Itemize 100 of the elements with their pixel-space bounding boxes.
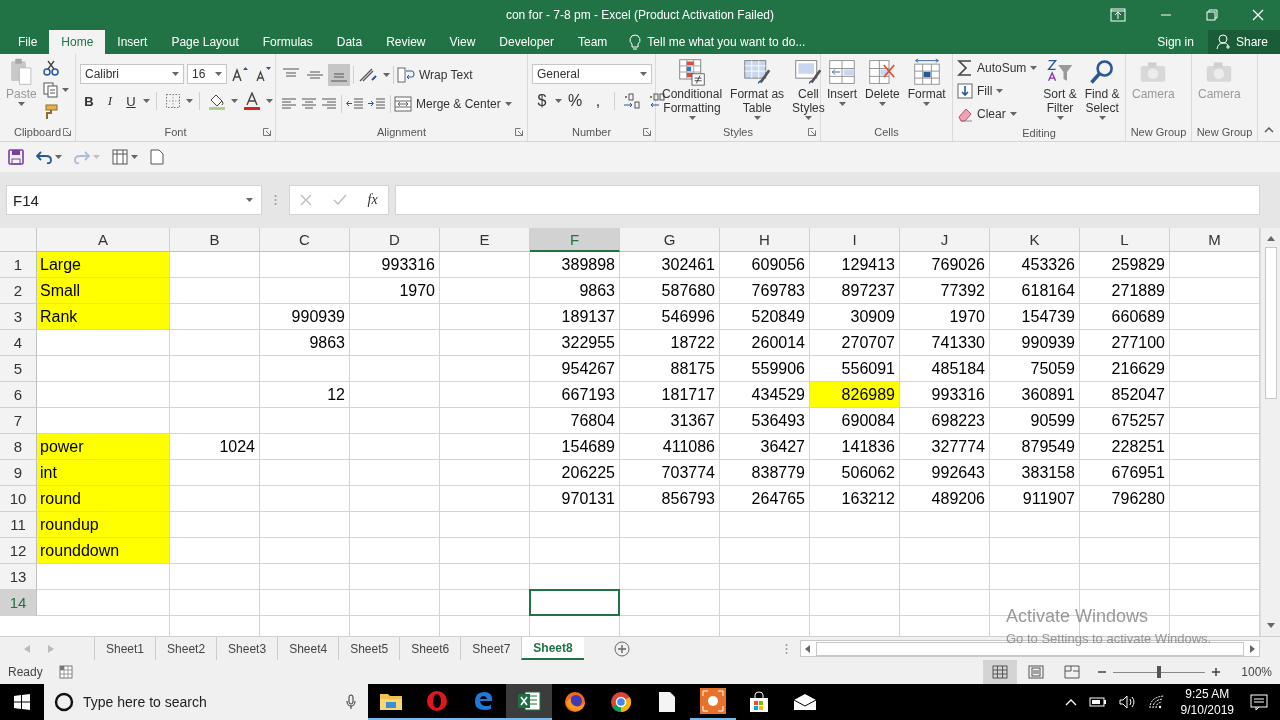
table-cell[interactable]: 154739	[990, 304, 1079, 329]
table-cell[interactable]: 954267	[530, 356, 619, 381]
table-cell[interactable]: 216629	[1080, 356, 1169, 381]
selected-cell[interactable]	[529, 589, 620, 616]
table-cell[interactable]: 990939	[260, 304, 349, 329]
volume-icon[interactable]	[1118, 695, 1137, 709]
table-cell[interactable]: 826989	[810, 382, 899, 407]
fill-button[interactable]: Fill	[957, 81, 1038, 101]
table-cell[interactable]: 181717	[620, 382, 719, 407]
table-cell[interactable]: Small	[37, 278, 169, 303]
row-header[interactable]: 9	[0, 460, 37, 486]
table-cell[interactable]: 327774	[900, 434, 989, 459]
bold-button[interactable]: B	[80, 93, 98, 109]
column-header[interactable]: G	[620, 228, 720, 252]
table-cell[interactable]: 189137	[530, 304, 619, 329]
ribbon-tab[interactable]: Formulas	[250, 30, 325, 54]
table-cell[interactable]: 30909	[810, 304, 899, 329]
scroll-down-icon[interactable]	[1266, 623, 1275, 628]
table-cell[interactable]: 270707	[810, 330, 899, 355]
table-cell[interactable]: 660689	[1080, 304, 1169, 329]
table-cell[interactable]: 520849	[720, 304, 809, 329]
table-cell[interactable]: 18722	[620, 330, 719, 355]
table-cell[interactable]: 852047	[1080, 382, 1169, 407]
table-cell[interactable]: 911907	[990, 486, 1079, 511]
caret-icon[interactable]	[266, 99, 273, 103]
scissors-icon[interactable]	[42, 60, 59, 76]
ribbon-tab[interactable]: Home	[49, 30, 106, 54]
table-cell[interactable]: 129413	[810, 252, 899, 277]
format-as-table-button[interactable]: Format as Table	[728, 58, 787, 120]
row-header[interactable]: 1	[0, 252, 37, 278]
table-cell[interactable]: 698223	[900, 408, 989, 433]
row-header[interactable]: 7	[0, 408, 37, 434]
orientation-icon[interactable]	[358, 67, 380, 83]
table-cell[interactable]: 618164	[990, 278, 1079, 303]
table-cell[interactable]: 879549	[990, 434, 1079, 459]
quick-access-button[interactable]	[150, 149, 164, 165]
font-name-field[interactable]: Calibri	[80, 64, 184, 84]
fill-color-icon[interactable]	[208, 92, 226, 110]
column-header[interactable]: E	[440, 228, 530, 252]
table-cell[interactable]: 453326	[990, 252, 1079, 277]
tell-me-search[interactable]: Tell me what you want to do...	[619, 30, 806, 54]
ribbon-tab[interactable]: Developer	[487, 30, 566, 54]
close-icon[interactable]	[1252, 9, 1264, 21]
column-header[interactable]: K	[990, 228, 1080, 252]
decrease-indent-icon[interactable]	[346, 97, 364, 111]
quick-access-button[interactable]	[36, 150, 62, 164]
table-cell[interactable]: 75059	[990, 356, 1079, 381]
ribbon-tab[interactable]: Team	[566, 30, 620, 54]
notification-icon[interactable]	[1250, 694, 1268, 710]
table-cell[interactable]: 271889	[1080, 278, 1169, 303]
table-cell[interactable]: 856793	[620, 486, 719, 511]
table-cell[interactable]: 302461	[620, 252, 719, 277]
scroll-right-icon[interactable]	[1250, 644, 1255, 653]
row-header[interactable]: 5	[0, 356, 37, 382]
table-cell[interactable]: 741330	[900, 330, 989, 355]
table-cell[interactable]: 77392	[900, 278, 989, 303]
table-cell[interactable]: 485184	[900, 356, 989, 381]
row-header[interactable]: 3	[0, 304, 37, 330]
insert-button[interactable]: Insert	[825, 58, 859, 106]
scroll-up-icon[interactable]	[1266, 236, 1275, 241]
row-header[interactable]: 11	[0, 512, 37, 538]
table-cell[interactable]: 676951	[1080, 460, 1169, 485]
table-cell[interactable]: 506062	[810, 460, 899, 485]
table-cell[interactable]: Rank	[37, 304, 169, 329]
row-header[interactable]: 13	[0, 564, 37, 590]
table-cell[interactable]: 587680	[620, 278, 719, 303]
table-cell[interactable]: 993316	[350, 252, 439, 277]
table-cell[interactable]: 990939	[990, 330, 1079, 355]
row-header[interactable]: 6	[0, 382, 37, 408]
decrease-font-icon[interactable]	[255, 66, 271, 82]
table-cell[interactable]: 12	[260, 382, 349, 407]
table-cell[interactable]: int	[37, 460, 169, 485]
add-sheet-icon[interactable]	[613, 640, 630, 657]
table-cell[interactable]: 489206	[900, 486, 989, 511]
ribbon-display-icon[interactable]	[1110, 8, 1126, 22]
row-header[interactable]: 14	[0, 590, 37, 616]
formula-input[interactable]	[395, 185, 1260, 215]
find-select-button[interactable]: Find & Select	[1082, 58, 1122, 120]
table-cell[interactable]: 259829	[1080, 252, 1169, 277]
table-cell[interactable]: 992643	[900, 460, 989, 485]
ribbon-tab[interactable]: Page Layout	[159, 30, 251, 54]
table-cell[interactable]: power	[37, 434, 169, 459]
sort-filter-button[interactable]: Sort & Filter	[1041, 58, 1079, 120]
table-cell[interactable]: 769783	[720, 278, 809, 303]
zoom-level[interactable]: 100%	[1227, 665, 1280, 679]
column-header[interactable]: H	[720, 228, 810, 252]
caret-icon[interactable]	[186, 99, 193, 103]
table-cell[interactable]: 667193	[530, 382, 619, 407]
table-cell[interactable]: 389898	[530, 252, 619, 277]
table-cell[interactable]: 993316	[900, 382, 989, 407]
column-header[interactable]: J	[900, 228, 990, 252]
battery-icon[interactable]	[1088, 697, 1107, 707]
ribbon-tab[interactable]: File	[6, 30, 50, 54]
row-header[interactable]: 2	[0, 278, 37, 304]
table-cell[interactable]: 9863	[260, 330, 349, 355]
column-header[interactable]: C	[260, 228, 350, 252]
table-cell[interactable]: 264765	[720, 486, 809, 511]
table-cell[interactable]: 260014	[720, 330, 809, 355]
scrollbar-thumb[interactable]	[1264, 247, 1277, 399]
collapse-ribbon-icon[interactable]	[1264, 127, 1274, 133]
